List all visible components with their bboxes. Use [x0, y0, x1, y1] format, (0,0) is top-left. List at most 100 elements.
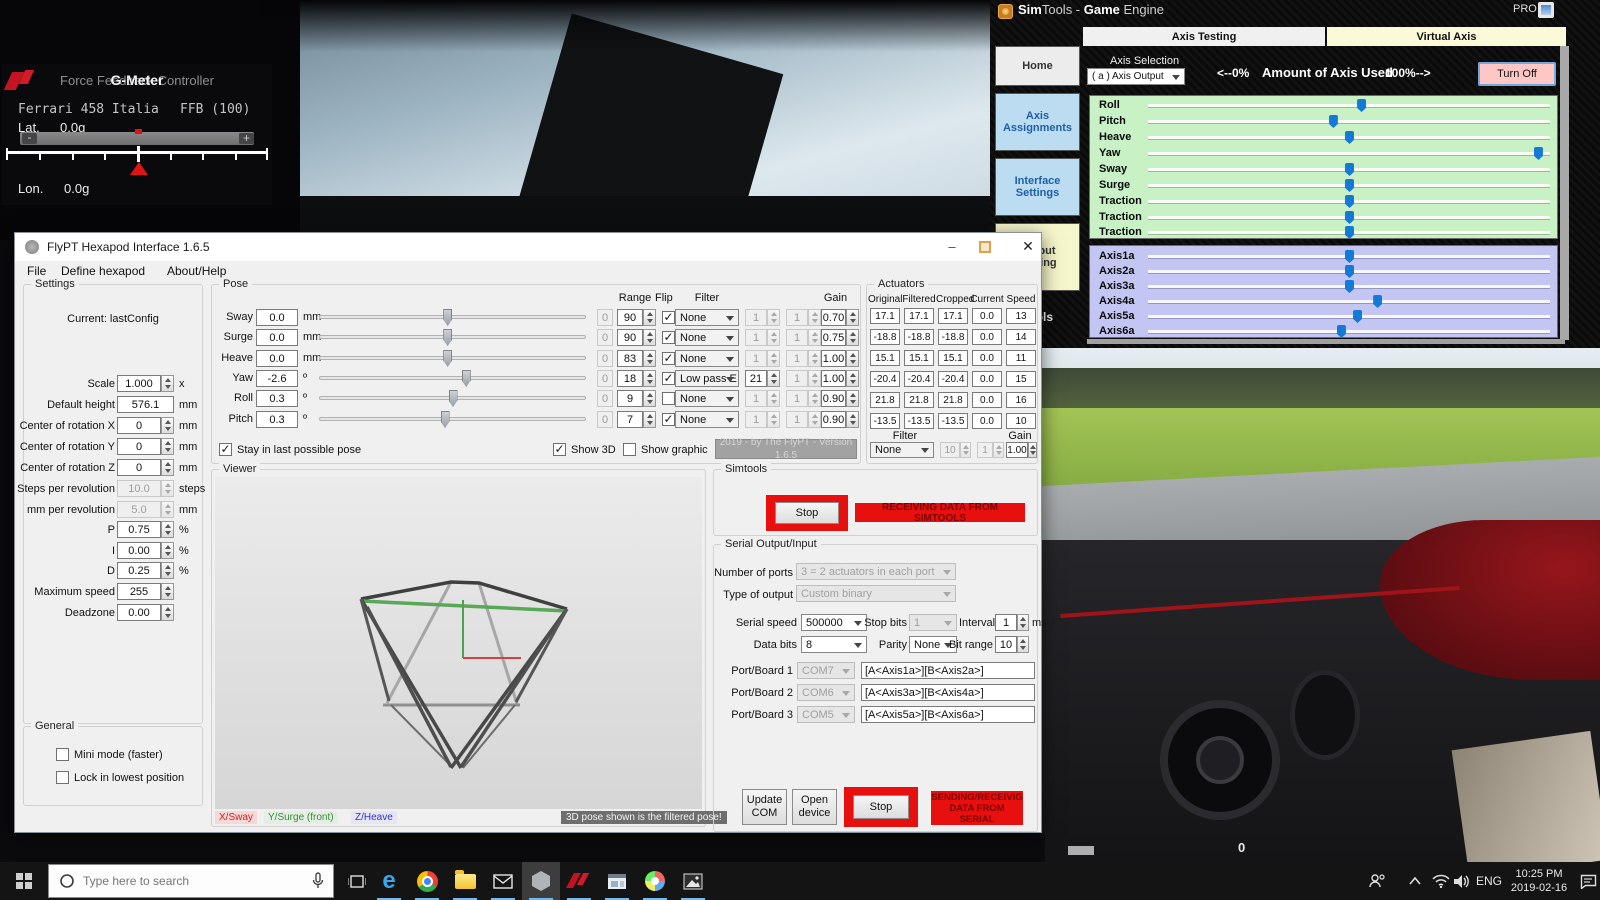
axis-slider-thumb[interactable]	[1373, 295, 1382, 308]
pose-range-roll[interactable]: 9	[617, 390, 643, 407]
close-button[interactable]: ✕	[1015, 238, 1041, 256]
pose-filter-param1-spinner[interactable]	[767, 370, 780, 387]
actuators-gain-spinner[interactable]	[1028, 442, 1037, 458]
pose-range-spinner[interactable]	[643, 390, 656, 407]
taskbar-app-explorer[interactable]	[446, 862, 484, 900]
axis-slider-thumb[interactable]	[1534, 147, 1543, 160]
axis-slider[interactable]	[1148, 104, 1550, 107]
axis-slider[interactable]	[1148, 330, 1550, 333]
pose-gain-spinner[interactable]	[846, 370, 859, 387]
pose-range-pitch[interactable]: 7	[617, 411, 643, 428]
pid-p-spinner[interactable]	[161, 521, 174, 538]
pose-value-sway[interactable]: 0.0	[256, 309, 298, 326]
pose-filter-dropdown[interactable]: None	[675, 390, 739, 407]
axis-slider[interactable]	[1148, 168, 1550, 171]
pose-slider-roll[interactable]	[319, 396, 586, 400]
taskbar-app-paint[interactable]	[636, 862, 674, 900]
center-rotation-x-field[interactable]: 0	[117, 417, 161, 434]
center-rotation-z-spinner[interactable]	[161, 459, 174, 476]
pose-range-sway[interactable]: 90	[617, 309, 643, 326]
pose-slider-surge[interactable]	[319, 335, 586, 339]
pose-gain-spinner[interactable]	[846, 411, 859, 428]
pose-slider-yaw[interactable]	[319, 376, 586, 380]
scale-field[interactable]: 1.000	[117, 375, 161, 392]
pose-slider-pitch[interactable]	[319, 417, 586, 421]
axis-slider-thumb[interactable]	[1345, 163, 1354, 176]
maximize-button[interactable]	[979, 241, 991, 253]
pose-filter-dropdown[interactable]: None	[675, 350, 739, 367]
pose-range-surge[interactable]: 90	[617, 329, 643, 346]
deadzone-field[interactable]: 0.00	[117, 604, 161, 621]
menu-file[interactable]: File	[27, 264, 46, 278]
center-rotation-x-spinner[interactable]	[161, 417, 174, 434]
axis-slider[interactable]	[1148, 184, 1550, 187]
interval-field[interactable]: 1	[995, 614, 1017, 631]
pose-range-yaw[interactable]: 18	[617, 370, 643, 387]
pose-flip-checkbox[interactable]	[662, 331, 675, 344]
axis-slider[interactable]	[1148, 152, 1550, 155]
pose-flip-checkbox[interactable]	[662, 413, 675, 426]
pose-gain-spinner[interactable]	[846, 309, 859, 326]
viewer-canvas[interactable]	[215, 477, 702, 809]
port1-pattern-field[interactable]: [A<Axis1a>][B<Axis2a>]	[861, 662, 1035, 679]
maximum-speed-field[interactable]: 255	[117, 583, 161, 600]
pose-flip-checkbox[interactable]	[662, 372, 675, 385]
pose-filter-dropdown[interactable]: None	[675, 329, 739, 346]
taskbar-app-chrome[interactable]	[408, 862, 446, 900]
taskbar-app-mail[interactable]	[484, 862, 522, 900]
axis-slider-thumb[interactable]	[1353, 310, 1362, 323]
taskbar-app-edge[interactable]: e	[370, 862, 408, 900]
pose-gain-pitch[interactable]: 0.90	[821, 411, 846, 428]
pose-filter-param1[interactable]: 21	[745, 370, 767, 387]
pose-slider-sway[interactable]	[319, 315, 586, 319]
taskbar-app-assetto-corsa[interactable]	[560, 862, 598, 900]
pose-gain-sway[interactable]: 0.70	[821, 309, 846, 326]
microphone-icon[interactable]	[311, 872, 325, 890]
axis-slider[interactable]	[1148, 315, 1550, 318]
sidebar-item-home[interactable]: Home	[995, 46, 1080, 86]
menu-define-hexapod[interactable]: Define hexapod	[61, 264, 145, 278]
stay-last-pose-checkbox[interactable]	[219, 443, 232, 456]
search-box[interactable]	[48, 864, 334, 898]
axis-slider[interactable]	[1148, 270, 1550, 273]
pose-range-spinner[interactable]	[643, 309, 656, 326]
axis-slider[interactable]	[1148, 136, 1550, 139]
pose-gain-heave[interactable]: 1.00	[821, 350, 846, 367]
pose-value-roll[interactable]: 0.3	[256, 390, 298, 407]
pose-slider-heave[interactable]	[319, 356, 586, 360]
maximum-speed-spinner[interactable]	[161, 583, 174, 600]
pose-gain-spinner[interactable]	[846, 390, 859, 407]
pose-range-spinner[interactable]	[643, 411, 656, 428]
action-center-button[interactable]	[1576, 862, 1600, 900]
pose-filter-dropdown[interactable]: None	[675, 411, 739, 428]
people-icon[interactable]	[1362, 862, 1392, 900]
pose-gain-spinner[interactable]	[846, 329, 859, 346]
pose-flip-checkbox[interactable]	[662, 352, 675, 365]
axis-slider-thumb[interactable]	[1345, 211, 1354, 224]
axis-slider-thumb[interactable]	[1345, 226, 1354, 239]
tab-axis-testing[interactable]: Axis Testing	[1083, 27, 1325, 46]
axis-slider-thumb[interactable]	[1345, 265, 1354, 278]
pose-range-spinner[interactable]	[643, 370, 656, 387]
axis-slider-thumb[interactable]	[1357, 99, 1366, 112]
pose-value-pitch[interactable]: 0.3	[256, 411, 298, 428]
pid-p-field[interactable]: 0.75	[117, 521, 161, 538]
pose-value-heave[interactable]: 0.0	[256, 350, 298, 367]
actuators-gain-field[interactable]: 1.00	[1006, 442, 1028, 458]
pose-flip-checkbox[interactable]	[662, 311, 675, 324]
pose-flip-checkbox[interactable]	[662, 392, 675, 405]
pid-i-field[interactable]: 0.00	[117, 542, 161, 559]
clock[interactable]: 10:25 PM 2019-02-16	[1506, 862, 1572, 900]
lock-lowest-checkbox[interactable]	[56, 771, 69, 784]
deadzone-spinner[interactable]	[161, 604, 174, 621]
simtools-stop-button[interactable]: Stop	[775, 502, 839, 524]
menu-about-help[interactable]: About/Help	[167, 264, 226, 278]
pid-d-field[interactable]: 0.25	[117, 562, 161, 579]
taskbar-app-flypt[interactable]	[522, 862, 560, 900]
start-button[interactable]	[0, 862, 48, 900]
bit-range-field[interactable]: 10	[995, 636, 1017, 653]
pose-range-spinner[interactable]	[643, 329, 656, 346]
pose-gain-yaw[interactable]: 1.00	[821, 370, 846, 387]
serial-stop-button[interactable]: Stop	[853, 795, 909, 819]
minimize-button[interactable]: –	[937, 239, 967, 255]
